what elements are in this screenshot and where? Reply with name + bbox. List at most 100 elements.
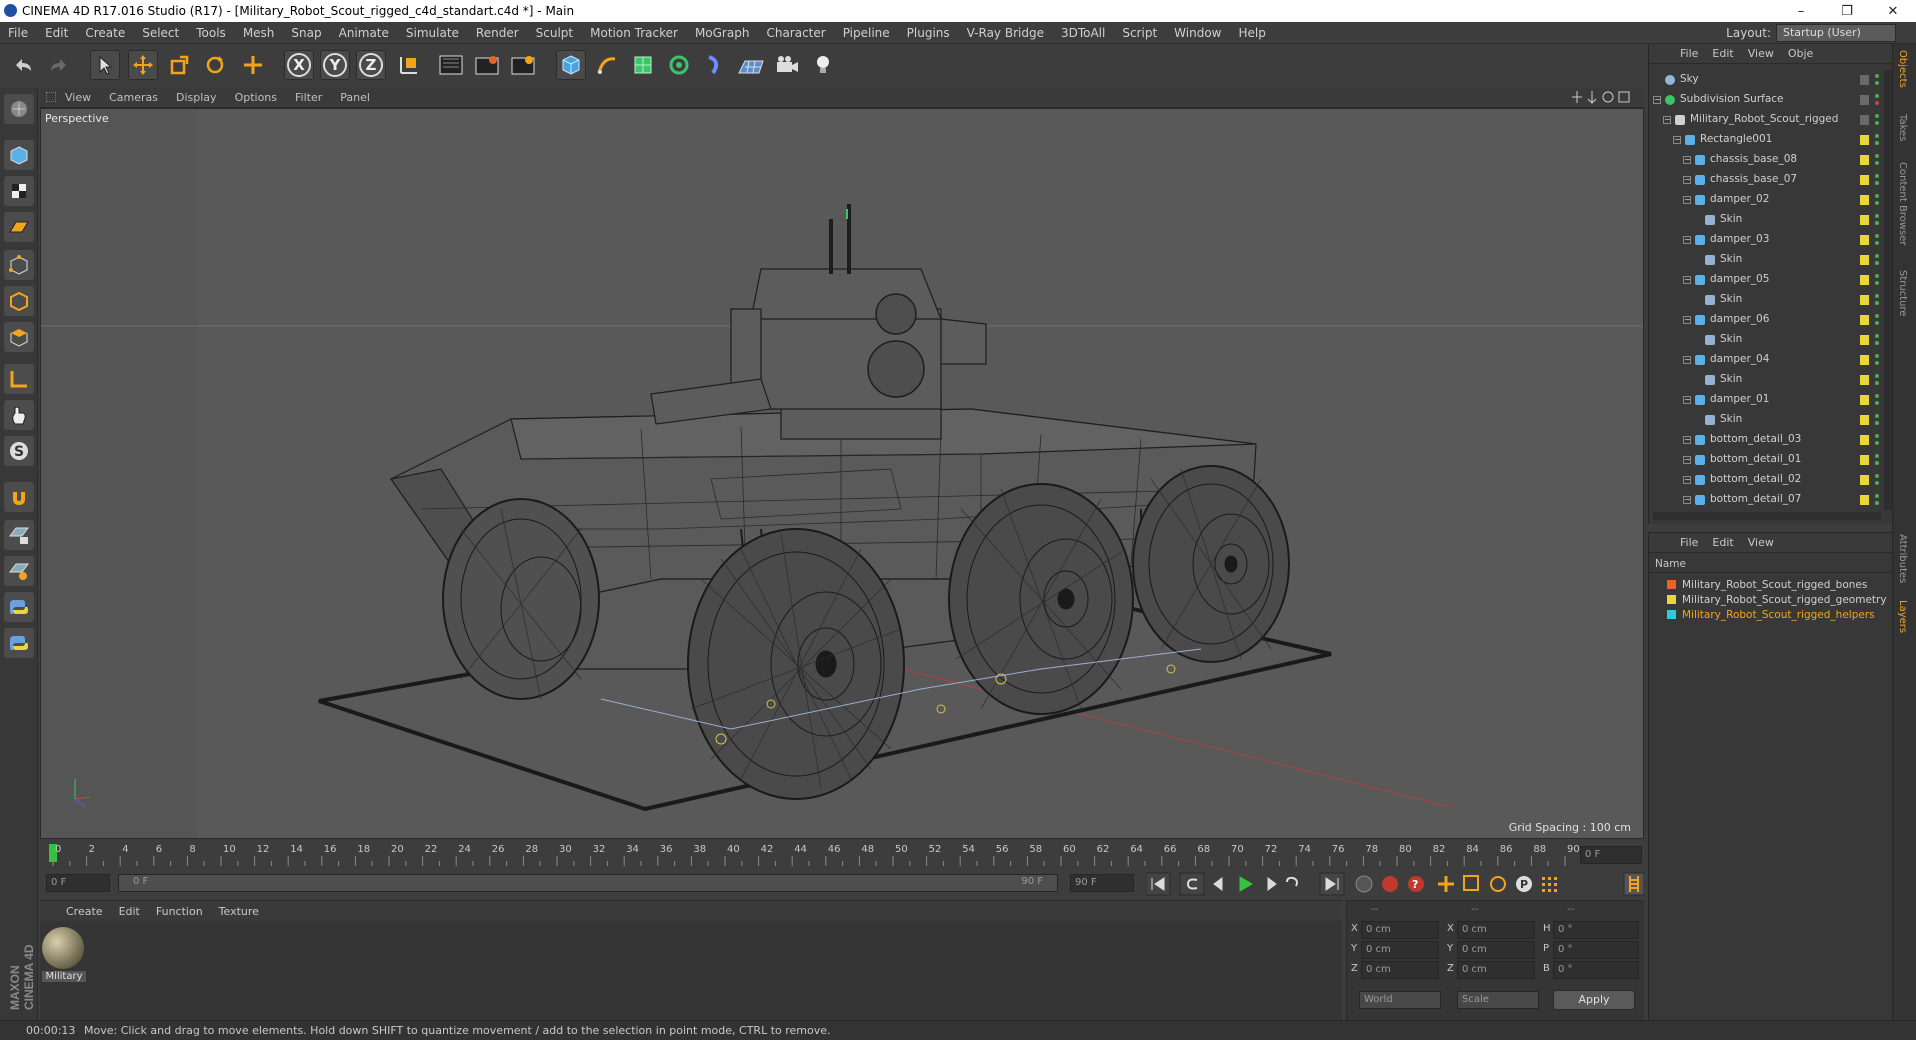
menu-mograph[interactable]: MoGraph <box>687 26 759 40</box>
visibility-render-dot[interactable] <box>1875 401 1879 405</box>
viewport-menu-cameras[interactable]: Cameras <box>100 91 167 104</box>
visibility-render-dot[interactable] <box>1875 141 1879 145</box>
layermgr-menu-view[interactable]: View <box>1741 536 1781 549</box>
redo-icon[interactable] <box>44 50 74 80</box>
visibility-render-dot[interactable] <box>1875 321 1879 325</box>
object-row[interactable]: Skin <box>1649 370 1885 390</box>
polygons-mode-icon[interactable] <box>4 322 34 352</box>
visibility-editor-dot[interactable] <box>1875 474 1879 478</box>
layer-color-swatch[interactable] <box>1860 315 1869 325</box>
timeline-ruler[interactable]: 0 2 4 6 8 10 12 14 16 18 20 22 24 26 28 30 32 34 36 38 40 42 4… <box>40 840 1644 868</box>
layout-select[interactable]: Startup (User) <box>1776 24 1896 42</box>
menu-sculpt[interactable]: Sculpt <box>528 26 582 40</box>
coord-pos-x-field[interactable]: 0 cm <box>1361 921 1439 939</box>
scale-icon[interactable] <box>164 50 194 80</box>
visibility-editor-dot[interactable] <box>1875 494 1879 498</box>
maximize-button[interactable]: ❐ <box>1824 0 1870 22</box>
visibility-editor-dot[interactable] <box>1875 134 1879 138</box>
layer-color-swatch[interactable] <box>1860 415 1869 425</box>
floor-icon[interactable] <box>736 50 766 80</box>
expand-toggle-icon[interactable]: − <box>1673 136 1681 144</box>
visibility-editor-dot[interactable] <box>1875 194 1879 198</box>
layermgr-menu-edit[interactable]: Edit <box>1705 536 1740 549</box>
visibility-editor-dot[interactable] <box>1875 354 1879 358</box>
menu-file[interactable]: File <box>0 26 37 40</box>
object-row[interactable]: Skin <box>1649 290 1885 310</box>
visibility-render-dot[interactable] <box>1875 221 1879 225</box>
pen-icon[interactable] <box>592 50 622 80</box>
perspective-viewport[interactable]: Perspective Grid Spacing: 100 cm <box>40 108 1644 839</box>
expand-toggle-icon[interactable]: − <box>1683 236 1691 244</box>
viewport-menu-options[interactable]: Options <box>226 91 286 104</box>
edges-mode-icon[interactable] <box>4 286 34 316</box>
visibility-editor-dot[interactable] <box>1875 234 1879 238</box>
axis-mode-icon[interactable] <box>4 364 34 394</box>
rotate-icon[interactable] <box>200 50 230 80</box>
object-row[interactable]: − Subdivision Surface <box>1649 90 1885 110</box>
coordinate-system-icon[interactable] <box>394 50 424 80</box>
menu-help[interactable]: Help <box>1230 26 1274 40</box>
material-menu-create[interactable]: Create <box>58 905 111 918</box>
visibility-editor-dot[interactable] <box>1875 314 1879 318</box>
locked-workplane-icon[interactable] <box>4 520 34 550</box>
coord-rot-p-field[interactable]: 0 ° <box>1553 941 1639 959</box>
layer-color-swatch[interactable] <box>1860 295 1869 305</box>
coord-size-x-field[interactable]: 0 cm <box>1457 921 1535 939</box>
workplane-mode-icon[interactable] <box>4 212 34 242</box>
layer-color-swatch[interactable] <box>1860 455 1869 465</box>
expand-toggle-icon[interactable]: − <box>1653 96 1661 104</box>
visibility-editor-dot[interactable] <box>1875 114 1879 118</box>
material-menu-texture[interactable]: Texture <box>211 905 267 918</box>
menu-simulate[interactable]: Simulate <box>398 26 468 40</box>
objmgr-menu-objects[interactable]: Obje <box>1781 47 1820 60</box>
object-mode-icon[interactable] <box>4 140 34 170</box>
visibility-render-dot[interactable] <box>1875 421 1879 425</box>
live-select-icon[interactable] <box>238 50 268 80</box>
menu-character[interactable]: Character <box>758 26 834 40</box>
preview-range-slider[interactable]: 0 F 90 F <box>118 874 1058 892</box>
deformer-icon[interactable] <box>700 50 730 80</box>
tab-structure[interactable]: Structure <box>1897 270 1908 317</box>
select-icon[interactable] <box>90 50 120 80</box>
tweak-mode-icon[interactable] <box>4 400 34 430</box>
visibility-editor-dot[interactable] <box>1875 254 1879 258</box>
object-row[interactable]: − chassis_base_08 <box>1649 150 1885 170</box>
visibility-render-dot[interactable] <box>1875 241 1879 245</box>
tab-takes[interactable]: Takes <box>1897 114 1908 141</box>
layer-color-swatch[interactable] <box>1860 135 1869 145</box>
coord-pos-z-field[interactable]: 0 cm <box>1361 961 1439 979</box>
coord-size-y-field[interactable]: 0 cm <box>1457 941 1535 959</box>
layer-color-swatch[interactable] <box>1860 235 1869 245</box>
material-menu-edit[interactable]: Edit <box>111 905 148 918</box>
layer-color-swatch[interactable] <box>1860 175 1869 185</box>
objmgr-vscrollbar[interactable] <box>1884 70 1892 510</box>
menu-select[interactable]: Select <box>134 26 188 40</box>
layer-color-swatch[interactable] <box>1860 395 1869 405</box>
visibility-editor-dot[interactable] <box>1875 154 1879 158</box>
object-row[interactable]: − damper_03 <box>1649 230 1885 250</box>
object-row[interactable]: Skin <box>1649 210 1885 230</box>
expand-toggle-icon[interactable]: − <box>1683 196 1691 204</box>
minimize-button[interactable]: – <box>1778 0 1824 22</box>
visibility-render-dot[interactable] <box>1875 181 1879 185</box>
menu-plugins[interactable]: Plugins <box>899 26 959 40</box>
move-icon[interactable] <box>128 50 158 80</box>
menu-motion-tracker[interactable]: Motion Tracker <box>582 26 687 40</box>
visibility-editor-dot[interactable] <box>1875 214 1879 218</box>
cube-icon[interactable] <box>556 50 586 80</box>
material-menu-function[interactable]: Function <box>148 905 211 918</box>
visibility-render-dot[interactable] <box>1875 461 1879 465</box>
expand-toggle-icon[interactable]: − <box>1683 176 1691 184</box>
expand-toggle-icon[interactable]: − <box>1683 476 1691 484</box>
visibility-render-dot[interactable] <box>1875 261 1879 265</box>
menu-render[interactable]: Render <box>468 26 528 40</box>
tab-objects[interactable]: Objects <box>1897 50 1908 88</box>
end-frame-field[interactable]: 90 F <box>1070 874 1134 892</box>
layer-color-swatch[interactable] <box>1860 155 1869 165</box>
layer-color-swatch[interactable] <box>1860 95 1869 105</box>
layer-color-swatch[interactable] <box>1860 435 1869 445</box>
object-row[interactable]: Skin <box>1649 330 1885 350</box>
start-frame-field[interactable]: 0 F <box>46 874 110 892</box>
camera-icon[interactable] <box>772 50 802 80</box>
current-frame-field[interactable]: 0 F <box>1580 846 1642 864</box>
